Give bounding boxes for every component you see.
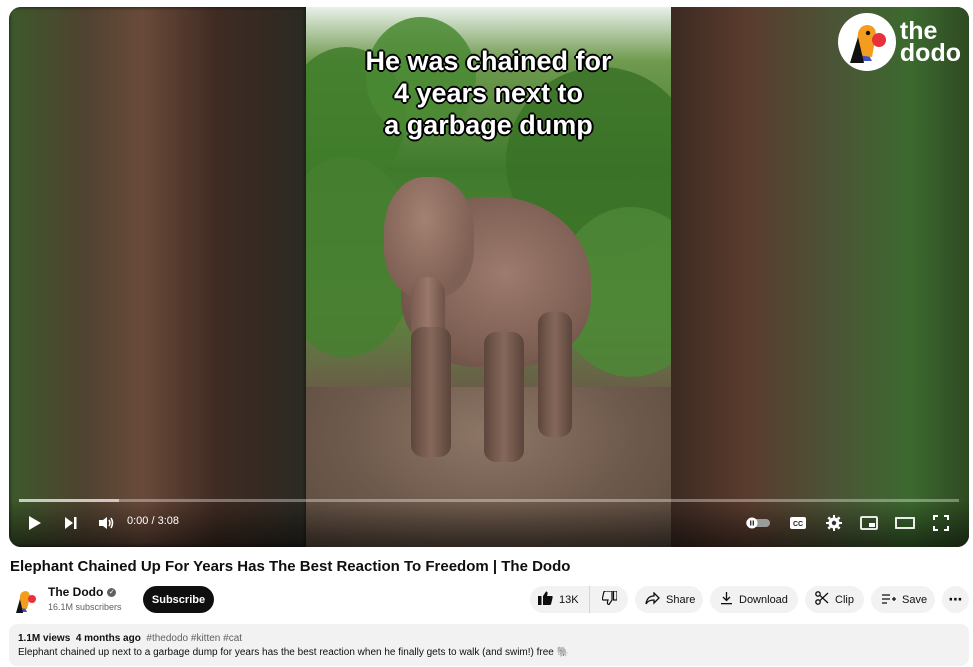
more-actions-button[interactable]: ⋯ [942,586,969,613]
share-button[interactable]: Share [635,586,703,613]
player-controls: 0:00 / 3:08 CC [9,499,969,547]
hashtags[interactable]: #thedodo #kitten #cat [146,633,242,644]
description-box[interactable]: 1.1M views 4 months ago #thedodo #kitten… [9,624,969,666]
download-icon [720,591,733,608]
channel-name[interactable]: The Dodo ✓ [48,585,117,599]
clip-label: Clip [835,593,854,606]
verified-icon: ✓ [107,587,117,597]
dodo-watermark-logo: the dodo [837,13,961,71]
next-icon[interactable] [59,511,83,535]
autoplay-toggle-icon[interactable] [744,511,772,535]
video-caption-overlay: He was chained for 4 years next to a gar… [306,45,671,141]
view-count: 1.1M views [18,633,71,644]
logo-text-dodo: dodo [899,39,961,67]
dodo-bird-icon [837,13,896,71]
time-display: 0:00 / 3:08 [127,515,179,527]
play-icon[interactable] [23,511,47,535]
subscribe-button[interactable]: Subscribe [143,586,214,613]
caption-line: a garbage dump [384,110,593,140]
description-text: Elephant chained up next to a garbage du… [18,647,570,658]
dislike-icon [601,590,618,608]
like-button[interactable]: 13K [530,586,590,613]
more-icon: ⋯ [948,591,963,607]
svg-text:CC: CC [793,521,803,528]
save-label: Save [902,593,928,606]
progress-bar[interactable] [19,499,959,502]
save-icon [881,592,896,608]
channel-name-text[interactable]: The Dodo [48,585,103,599]
progress-buffered [19,499,119,502]
download-label: Download [739,593,788,606]
upload-age: 4 months ago [75,633,141,644]
caption-line: 4 years next to [393,78,584,108]
caption-line: He was chained for [365,46,612,76]
share-icon [645,590,660,608]
video-blur-left [9,7,306,547]
video-blur-right [671,7,969,547]
description-meta: 1.1M views 4 months ago #thedodo #kitten… [18,632,960,646]
video-title: Elephant Chained Up For Years Has The Be… [10,558,571,575]
clip-icon [815,591,829,608]
theater-icon[interactable] [893,511,917,535]
channel-avatar[interactable] [10,586,40,616]
video-player[interactable]: He was chained for 4 years next to a gar… [9,7,969,547]
captions-icon[interactable]: CC [786,511,810,535]
like-count: 13K [559,593,579,606]
save-button[interactable]: Save [871,586,935,613]
subscriber-count: 16.1M subscribers [48,602,122,612]
dislike-button[interactable] [590,586,628,613]
like-dislike-group: 13K [530,586,628,613]
volume-icon[interactable] [95,511,119,535]
settings-icon[interactable] [822,511,846,535]
fullscreen-icon[interactable] [929,511,953,535]
like-icon [538,591,553,608]
miniplayer-icon[interactable] [857,511,881,535]
download-button[interactable]: Download [710,586,798,613]
clip-button[interactable]: Clip [805,586,864,613]
share-label: Share [666,593,696,606]
